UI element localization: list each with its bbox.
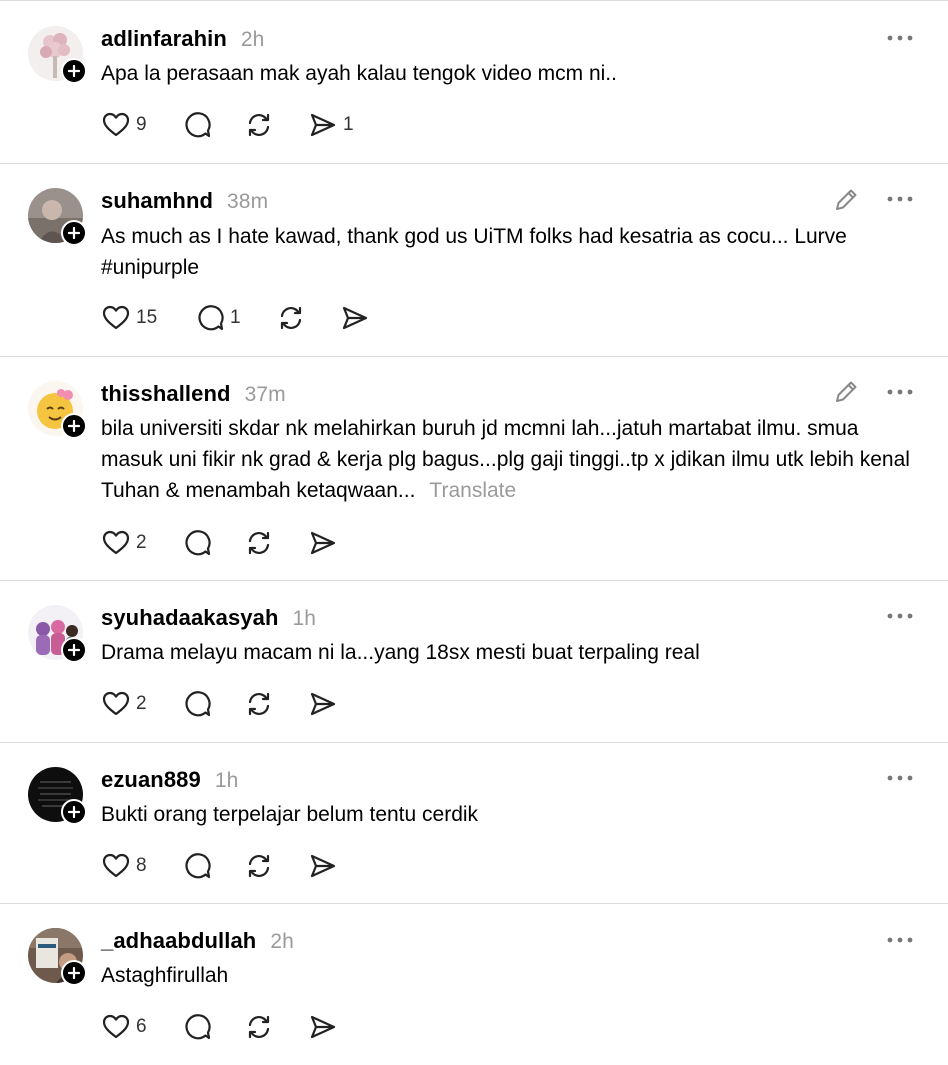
repost-button[interactable] (245, 111, 273, 139)
username[interactable]: ezuan889 1h (101, 767, 238, 793)
reply-button[interactable]: 1 (196, 304, 241, 332)
heart-icon (102, 691, 130, 716)
post-text: bila universiti skdar nk melahirkan buru… (101, 413, 911, 506)
reply-button[interactable] (183, 111, 217, 139)
share-button[interactable]: 1 (309, 111, 354, 139)
follow-plus-icon[interactable] (61, 413, 87, 439)
like-button[interactable]: 9 (102, 111, 147, 139)
share-button[interactable] (309, 529, 337, 557)
comment-icon (185, 1014, 211, 1040)
repost-button[interactable] (245, 1013, 273, 1041)
like-button[interactable]: 2 (102, 690, 147, 718)
timestamp: 37m (244, 383, 286, 406)
follow-plus-icon[interactable] (61, 58, 87, 84)
post-text: As much as I hate kawad, thank god us Ui… (101, 225, 847, 279)
heart-icon (102, 530, 130, 555)
follow-plus-icon[interactable] (61, 220, 87, 246)
share-button[interactable] (309, 852, 337, 880)
repost-icon (248, 1015, 270, 1039)
reply-button[interactable] (183, 852, 211, 880)
post-text: Bukti orang terpelajar belum tentu cerdi… (101, 803, 479, 826)
comment-icon (185, 853, 211, 879)
post: suhamhnd 38m As much as I hate kawad, tha… (0, 163, 948, 357)
comment-icon (185, 691, 211, 717)
share-button[interactable] (341, 304, 369, 332)
share-count: 1 (343, 114, 354, 135)
post: syuhadaakasyah 1h Drama melayu macam ni l… (0, 580, 948, 743)
heart-icon (102, 112, 130, 137)
post: ezuan889 1h Bukti orang terpelajar belum … (0, 742, 948, 904)
timestamp: 1h (214, 769, 239, 792)
repost-icon (248, 113, 270, 137)
post-text: Drama melayu macam ni la...yang 18sx mes… (101, 641, 700, 664)
like-count: 6 (136, 1016, 147, 1037)
timestamp: 1h (292, 607, 317, 630)
reply-button[interactable] (183, 529, 211, 557)
more-options-icon[interactable] (886, 387, 914, 397)
post-text: Apa la perasaan mak ayah kalau tengok vi… (101, 62, 617, 85)
send-icon (310, 1015, 336, 1039)
like-count: 9 (136, 114, 147, 135)
more-options-icon[interactable] (886, 611, 914, 621)
repost-icon (248, 692, 270, 716)
username[interactable]: thisshallend 37m (101, 381, 286, 407)
username[interactable]: suhamhnd 38m (101, 188, 268, 214)
reply-button[interactable] (183, 690, 211, 718)
like-count: 2 (136, 532, 147, 553)
like-button[interactable]: 8 (102, 852, 147, 880)
send-icon (310, 692, 336, 716)
translate-link[interactable]: Translate (429, 479, 516, 502)
comment-icon (198, 305, 224, 331)
send-icon (310, 531, 336, 555)
timestamp: 2h (240, 28, 265, 51)
reply-count: 1 (230, 307, 241, 328)
repost-icon (248, 854, 270, 878)
reply-button[interactable] (183, 1013, 211, 1041)
repost-button[interactable] (245, 529, 273, 557)
post-text: Astaghfirullah (101, 964, 229, 987)
repost-button[interactable] (245, 852, 273, 880)
heart-icon (102, 853, 130, 878)
timestamp: 2h (270, 930, 294, 953)
like-count: 15 (136, 307, 158, 328)
repost-icon (280, 306, 302, 330)
heart-icon (102, 1014, 130, 1039)
username[interactable]: adlinfarahin 2h (101, 26, 264, 52)
username[interactable]: _adhaabdullah 2h (101, 928, 294, 954)
post: thisshallend 37m bila universiti skdar nk… (0, 356, 948, 581)
timestamp: 38m (227, 190, 269, 213)
more-options-icon[interactable] (886, 773, 914, 783)
like-count: 2 (136, 693, 147, 714)
like-button[interactable]: 15 (102, 304, 157, 332)
send-icon (310, 113, 336, 137)
edit-pencil-icon[interactable] (832, 378, 860, 406)
comment-icon (185, 112, 211, 138)
more-options-icon[interactable] (886, 194, 914, 204)
follow-plus-icon[interactable] (61, 960, 87, 986)
repost-button[interactable] (277, 304, 305, 332)
follow-plus-icon[interactable] (61, 799, 87, 825)
send-icon (310, 854, 336, 878)
like-button[interactable]: 6 (102, 1013, 147, 1041)
like-count: 8 (136, 855, 147, 876)
share-button[interactable] (309, 690, 337, 718)
repost-button[interactable] (245, 690, 273, 718)
more-options-icon[interactable] (886, 935, 914, 945)
follow-plus-icon[interactable] (61, 637, 87, 663)
comment-icon (185, 530, 211, 556)
post: _adhaabdullah 2h Astaghfirullah 6 (0, 903, 948, 1065)
edit-pencil-icon[interactable] (832, 186, 860, 214)
heart-icon (102, 305, 130, 330)
send-icon (342, 306, 368, 330)
post: adlinfarahin 2h Apa la perasaan mak ayah … (0, 0, 948, 164)
like-button[interactable]: 2 (102, 529, 147, 557)
share-button[interactable] (309, 1013, 337, 1041)
repost-icon (248, 531, 270, 555)
username[interactable]: syuhadaakasyah 1h (101, 605, 316, 631)
more-options-icon[interactable] (886, 33, 914, 43)
